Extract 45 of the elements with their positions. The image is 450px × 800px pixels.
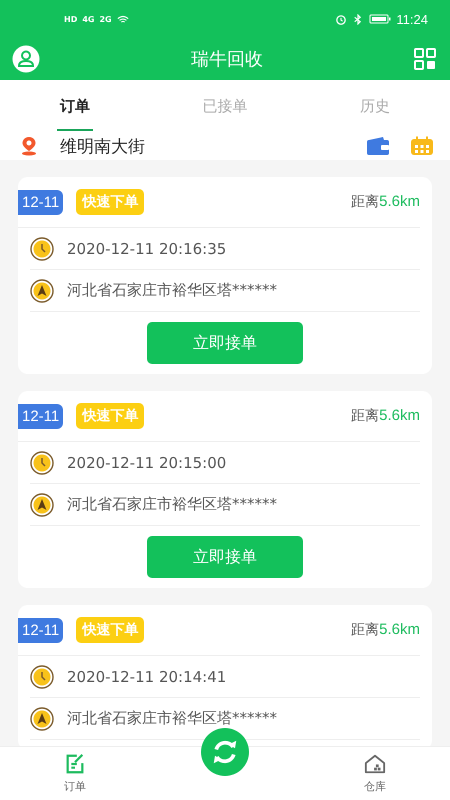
order-type-tag: 快速下单 bbox=[76, 617, 144, 643]
clock-time: 11:24 bbox=[396, 12, 428, 26]
wallet-icon[interactable] bbox=[366, 136, 390, 156]
date-tag: 12-11 bbox=[18, 190, 64, 214]
navigation-icon bbox=[30, 706, 54, 730]
order-address: 河北省石家庄市裕华区塔****** bbox=[67, 281, 277, 300]
date-tag: 12-11 bbox=[18, 404, 64, 428]
clock-icon bbox=[30, 236, 54, 260]
distance-text: 距离5.6km bbox=[351, 193, 420, 211]
distance-text: 距离5.6km bbox=[351, 621, 420, 639]
clock-icon bbox=[30, 450, 54, 474]
navigation-icon bbox=[30, 492, 54, 516]
order-address: 河北省石家庄市裕华区塔****** bbox=[67, 495, 277, 514]
grid-icon[interactable] bbox=[414, 48, 436, 70]
tab[interactable]: 订单 bbox=[0, 80, 150, 132]
order-time: 2020-12-11 20:14:41 bbox=[67, 668, 226, 686]
nav-item[interactable]: 仓库 bbox=[300, 747, 450, 800]
avatar-icon[interactable] bbox=[12, 45, 40, 73]
calendar-icon[interactable] bbox=[410, 136, 434, 156]
tab[interactable]: 已接单 bbox=[150, 80, 300, 132]
battery-icon bbox=[369, 14, 392, 24]
order-time: 2020-12-11 20:16:35 bbox=[67, 240, 226, 258]
order-type-tag: 快速下单 bbox=[76, 403, 144, 429]
accept-order-button[interactable]: 立即接单 bbox=[147, 536, 303, 578]
refresh-button[interactable] bbox=[201, 728, 249, 776]
network-indicator: 4G bbox=[82, 14, 94, 24]
house-icon bbox=[364, 753, 386, 775]
order-type-tag: 快速下单 bbox=[76, 189, 144, 215]
street-name: 维明南大街 bbox=[60, 136, 146, 158]
wifi-icon bbox=[116, 14, 129, 24]
alarm-icon bbox=[335, 14, 348, 24]
date-tag: 12-11 bbox=[18, 618, 64, 642]
location-pin-icon bbox=[20, 136, 38, 156]
network-indicator: HD bbox=[64, 14, 78, 24]
document-edit-icon bbox=[64, 753, 86, 775]
app-title: 瑞牛回收 bbox=[191, 48, 263, 71]
navigation-icon bbox=[30, 278, 54, 302]
tab[interactable]: 历史 bbox=[300, 80, 450, 132]
clock-icon bbox=[30, 664, 54, 688]
order-address: 河北省石家庄市裕华区塔****** bbox=[67, 709, 277, 728]
nav-item[interactable]: 订单 bbox=[0, 747, 150, 800]
accept-order-button[interactable]: 立即接单 bbox=[147, 322, 303, 364]
distance-text: 距离5.6km bbox=[351, 407, 420, 425]
order-time: 2020-12-11 20:15:00 bbox=[67, 454, 226, 472]
network-indicator: 2G bbox=[99, 14, 112, 24]
